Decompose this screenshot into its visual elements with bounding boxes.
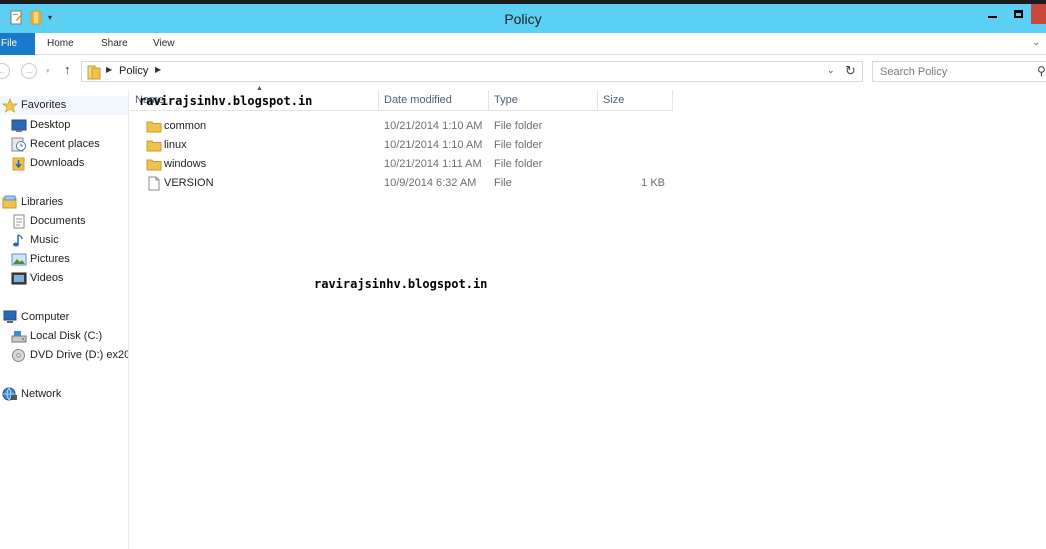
nav-label: Network [21, 388, 62, 400]
breadcrumb-chevron-icon[interactable]: ▶ [106, 65, 112, 74]
file-name: common [164, 120, 207, 132]
minimize-icon [987, 16, 997, 18]
nav-label: Documents [30, 215, 86, 227]
nav-pictures[interactable]: Pictures [0, 250, 128, 269]
dvd-drive-icon [12, 349, 25, 362]
address-history-icon[interactable]: ⌄ [827, 65, 835, 76]
star-icon [2, 98, 18, 113]
search-icon[interactable]: ⚲ [1037, 64, 1046, 78]
recent-locations-icon[interactable]: ▾ [46, 67, 50, 75]
tab-home[interactable]: Home [47, 33, 74, 55]
nav-local-disk[interactable]: Local Disk (C:) [0, 327, 128, 346]
refresh-icon[interactable]: ↻ [845, 63, 856, 79]
nav-favorites[interactable]: Favorites [0, 96, 128, 115]
nav-label: Downloads [30, 157, 85, 169]
search-box[interactable]: Search Policy ⚲ [872, 61, 1046, 82]
back-button[interactable]: ← [0, 63, 10, 79]
table-row[interactable]: windows 10/21/2014 1:11 AM File folder [130, 155, 673, 174]
file-name: windows [164, 158, 207, 170]
tab-view[interactable]: View [153, 33, 175, 55]
sort-ascending-icon: ▲ [256, 85, 263, 92]
nav-videos[interactable]: Videos [0, 269, 128, 288]
documents-icon [13, 214, 25, 229]
table-row[interactable]: common 10/21/2014 1:10 AM File folder [130, 117, 673, 136]
pictures-icon [11, 253, 27, 266]
folder-icon [87, 65, 101, 80]
maximize-icon [1013, 10, 1023, 18]
file-type: File folder [494, 139, 543, 151]
libraries-icon [2, 195, 17, 209]
nav-label: Recent places [30, 138, 100, 150]
local-disk-icon [11, 331, 27, 343]
maximize-button[interactable] [1005, 4, 1031, 24]
search-input[interactable]: Search Policy [880, 66, 947, 78]
network-icon [2, 387, 17, 401]
expand-ribbon-icon[interactable]: ⌄ [1032, 37, 1040, 48]
up-one-level-button[interactable]: ↑ [64, 62, 71, 77]
nav-label: DVD Drive (D:) ex201 [30, 349, 128, 361]
table-row[interactable]: VERSION 10/9/2014 6:32 AM File 1 KB [130, 174, 673, 193]
title-bar: ▾ Policy [0, 0, 1046, 33]
desktop-icon [11, 119, 27, 132]
file-name: VERSION [164, 177, 214, 189]
nav-label: Music [30, 234, 59, 246]
navigation-pane: Favorites Desktop Recent places Download… [0, 90, 129, 549]
column-header-size[interactable]: Size [598, 90, 673, 111]
nav-label: Pictures [30, 253, 70, 265]
nav-label: Videos [30, 272, 64, 284]
nav-computer[interactable]: Computer [0, 308, 128, 327]
file-name: linux [164, 139, 187, 151]
file-type: File [494, 177, 512, 189]
file-date: 10/21/2014 1:10 AM [384, 120, 483, 132]
tab-share[interactable]: Share [101, 33, 128, 55]
watermark-text: ravirajsinhv.blogspot.in [314, 277, 488, 291]
breadcrumb-policy[interactable]: Policy [119, 65, 148, 77]
videos-icon [11, 272, 27, 285]
downloads-icon [12, 157, 25, 171]
forward-button[interactable]: → [21, 63, 37, 79]
folder-icon [146, 121, 162, 133]
file-size: 1 KB [641, 177, 665, 189]
column-header-type[interactable]: Type [489, 90, 598, 111]
music-icon [13, 234, 23, 247]
file-type: File folder [494, 120, 543, 132]
column-header-date-modified[interactable]: Date modified [379, 90, 489, 111]
nav-documents[interactable]: Documents [0, 212, 128, 231]
watermark-text: ravirajsinhv.blogspot.in [139, 94, 313, 108]
nav-network[interactable]: Network [0, 385, 128, 404]
minimize-button[interactable] [979, 4, 1005, 24]
nav-dvd-drive[interactable]: DVD Drive (D:) ex201 [0, 346, 128, 365]
nav-label: Computer [21, 311, 70, 323]
file-icon [148, 176, 160, 191]
file-list: Name ▲ Date modified Type Size common 10… [130, 85, 1046, 549]
nav-desktop[interactable]: Desktop [0, 116, 128, 135]
file-date: 10/21/2014 1:10 AM [384, 139, 483, 151]
nav-label: Desktop [30, 119, 71, 131]
close-button[interactable] [1031, 4, 1046, 24]
address-row: ← → ▾ ↑ ▶ Policy ▶ ⌄ ↻ Search Policy ⚲ [0, 56, 1046, 86]
nav-label: Local Disk (C:) [30, 330, 103, 342]
computer-icon [3, 310, 17, 323]
window-title: Policy [504, 11, 542, 27]
breadcrumb-chevron-icon[interactable]: ▶ [155, 65, 161, 74]
nav-label: Libraries [21, 196, 64, 208]
nav-label: Favorites [21, 99, 67, 111]
nav-downloads[interactable]: Downloads [0, 154, 128, 173]
file-type: File folder [494, 158, 543, 170]
file-date: 10/21/2014 1:11 AM [384, 158, 482, 170]
ribbon-tabs: File Home Share View ⌄ [0, 33, 1046, 55]
table-row[interactable]: linux 10/21/2014 1:10 AM File folder [130, 136, 673, 155]
folder-icon [146, 159, 162, 171]
folder-icon [146, 140, 162, 152]
file-date: 10/9/2014 6:32 AM [384, 177, 477, 189]
address-bar[interactable]: ▶ Policy ▶ ⌄ ↻ [81, 61, 863, 82]
nav-libraries[interactable]: Libraries [0, 193, 128, 212]
nav-recent-places[interactable]: Recent places [0, 135, 128, 154]
recent-places-icon [11, 137, 26, 152]
tab-file[interactable]: File [0, 33, 35, 55]
nav-music[interactable]: Music [0, 231, 128, 250]
